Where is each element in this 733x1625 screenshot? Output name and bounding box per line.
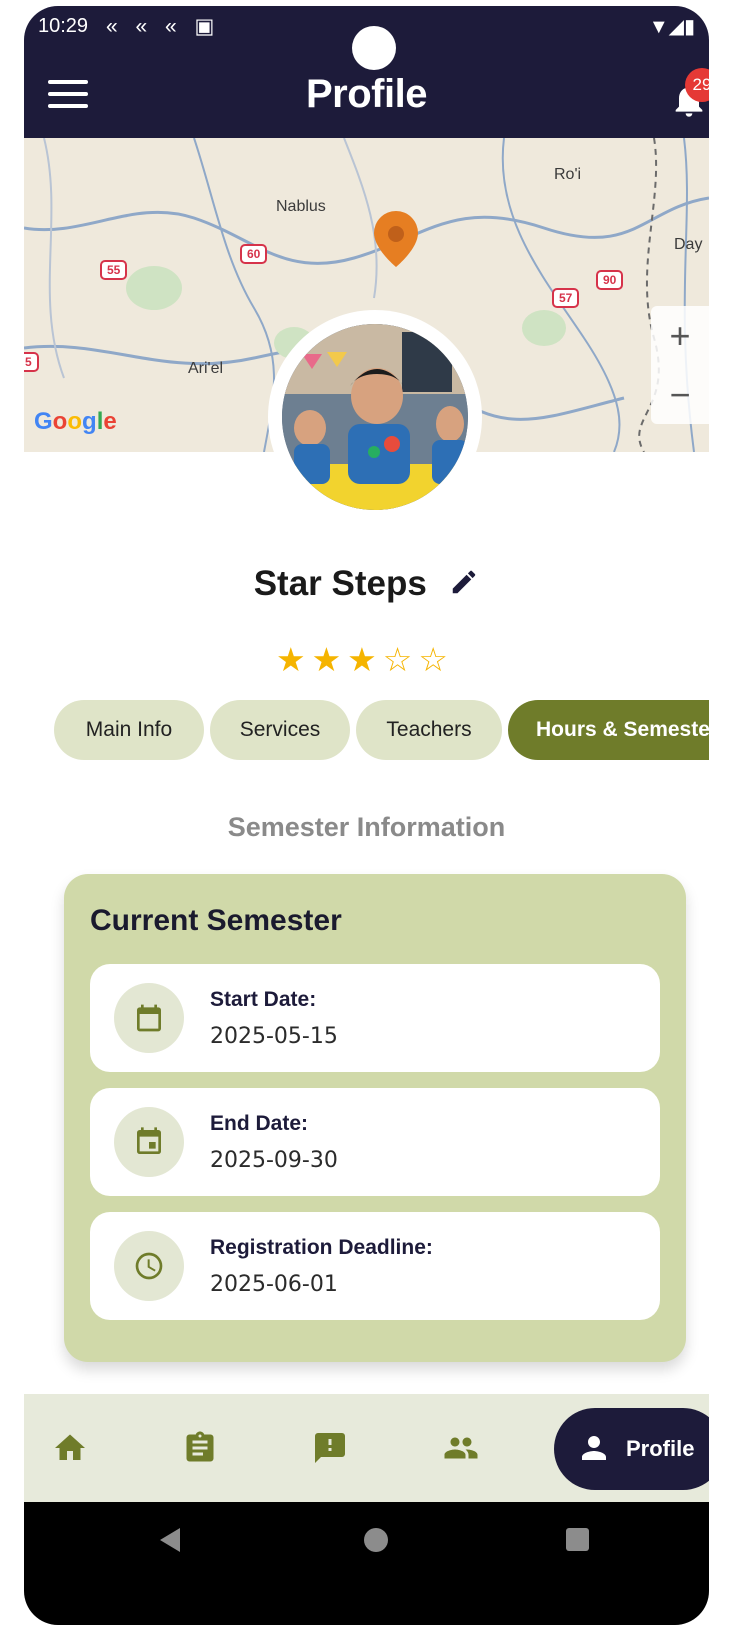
- registration-deadline-row: Registration Deadline: 2025-06-01: [90, 1212, 660, 1320]
- rating-stars: ★★★☆☆: [276, 641, 454, 678]
- road-number: 60: [240, 244, 268, 264]
- event-icon: [114, 1107, 184, 1177]
- avatar-photo: [282, 324, 468, 510]
- start-date-row: Start Date: 2025-05-15: [90, 964, 660, 1072]
- google-logo: Google: [34, 408, 117, 435]
- feedback-icon[interactable]: [312, 1430, 348, 1466]
- end-date-row: End Date: 2025-09-30: [90, 1088, 660, 1196]
- people-icon[interactable]: [442, 1430, 478, 1466]
- map-label: Ari'el: [188, 360, 224, 377]
- clipboard-icon[interactable]: [182, 1430, 218, 1466]
- person-icon: [582, 1436, 606, 1460]
- recents-icon[interactable]: [566, 1528, 589, 1551]
- map-label: Nablus: [276, 198, 326, 215]
- home-icon[interactable]: [52, 1430, 88, 1466]
- card-title: Current Semester: [90, 904, 342, 937]
- edit-icon[interactable]: [449, 567, 479, 597]
- road-number: 55: [100, 260, 128, 280]
- bottom-navigation: Profile: [24, 1394, 709, 1502]
- road-number: 5: [24, 352, 39, 372]
- camera-cutout: [352, 26, 396, 70]
- home-circle-icon[interactable]: [364, 1528, 388, 1552]
- road-number: 57: [552, 288, 580, 308]
- profile-name: Star Steps: [253, 564, 427, 603]
- registration-deadline-value: 2025-06-01: [210, 1272, 338, 1297]
- clock-icon: [114, 1231, 184, 1301]
- profile-avatar[interactable]: [268, 310, 482, 524]
- map-label: Ro'i: [554, 166, 582, 183]
- profile-tabs: Main Info Services Teachers Hours & Seme…: [54, 700, 709, 760]
- current-semester-card: Current Semester Start Date: 2025-05-15 …: [64, 874, 686, 1362]
- end-date-value: 2025-09-30: [210, 1148, 338, 1173]
- tab-main-info[interactable]: Main Info: [54, 700, 204, 760]
- zoom-in-button[interactable]: +: [651, 306, 709, 365]
- nav-profile-button[interactable]: Profile: [554, 1408, 709, 1490]
- zoom-out-button[interactable]: −: [651, 365, 709, 424]
- back-icon[interactable]: [160, 1528, 180, 1552]
- tab-teachers[interactable]: Teachers: [356, 700, 502, 760]
- tab-hours-semester[interactable]: Hours & Semeste: [508, 700, 709, 760]
- status-system-icons: ▼◢▮: [648, 16, 695, 38]
- map-label: Day: [674, 236, 703, 253]
- map-zoom-controls: + −: [651, 306, 709, 424]
- profile-name-row: Star Steps: [24, 564, 709, 604]
- system-navigation-bar: [24, 1502, 709, 1625]
- page-title: Profile: [306, 72, 427, 116]
- app-bar: 10:29 « « « ▣ ▼◢▮ Profile 29: [24, 6, 709, 138]
- status-notification-icons: « « « ▣: [106, 15, 221, 38]
- nav-profile-label: Profile: [626, 1436, 695, 1461]
- section-title: Semester Information: [227, 812, 506, 842]
- status-time: 10:29: [38, 15, 89, 37]
- registration-deadline-label: Registration Deadline:: [210, 1236, 433, 1259]
- start-date-label: Start Date:: [210, 988, 317, 1011]
- calendar-icon: [114, 983, 184, 1053]
- road-number: 90: [596, 270, 624, 290]
- end-date-label: End Date:: [210, 1112, 309, 1135]
- tab-services[interactable]: Services: [210, 700, 350, 760]
- notification-bell-button[interactable]: 29: [669, 68, 709, 120]
- start-date-value: 2025-05-15: [210, 1024, 338, 1049]
- phone-screen: 10:29 « « « ▣ ▼◢▮ Profile 29 Nablus Ro'i…: [24, 6, 709, 1625]
